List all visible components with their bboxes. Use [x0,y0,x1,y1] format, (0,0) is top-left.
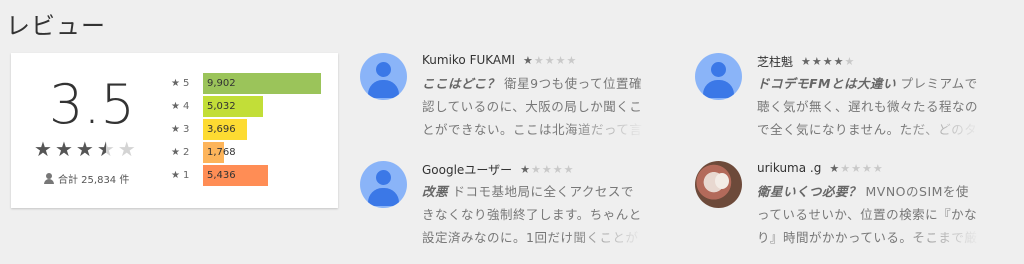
histogram-row: ★ 4 5,032 [169,95,321,117]
star-icon: ★ [833,55,844,68]
review-text: ここはどこ？ 衛星9つも使って位置確認しているのに、大阪の局しか聞くことができな… [422,72,646,141]
histogram-bar: 5,032 [203,95,263,117]
star-icon: ★ [171,146,180,158]
review-item[interactable]: Kumiko FUKAMI ★ ★ ★ ★ ★ ここはどこ？ 衛星9つも使って位置確認してい… [360,53,660,148]
star-icon: ★ [171,77,180,89]
text-fade [566,226,646,249]
histogram-star-label: ★ 1 [169,170,203,181]
avatar [695,53,742,100]
review-title: 衛星いくつ必要？ [757,184,862,199]
review-item[interactable]: Googleユーザー ★ ★ ★ ★ ★ 改悪 ドコモ基地局に全くアクセスできなくなり強制終… [360,161,660,256]
review-title: ここはどこ？ [422,76,500,91]
star-icon: ★ [520,163,530,176]
rating-summary-card: 3.5 ★ ★ ★ ★ ★ 合計 25,834 件 ★ 5 9,902 ★ 4 5,032 ★ 3 3,… [11,53,338,208]
star-icon: ★ [117,137,136,161]
star-icon: ★ [563,163,574,176]
star-icon: ★ [555,53,566,67]
histogram-star-number: 5 [182,77,190,89]
section-title: レビュー [6,12,106,40]
histogram-row: ★ 3 3,696 [169,118,321,140]
star-icon: ★ [75,137,94,161]
star-icon: ★ [171,100,180,112]
average-stars: ★ ★ ★ ★ ★ [34,139,136,159]
histogram-row: ★ 2 1,768 [169,141,321,163]
text-fade [901,226,981,249]
star-icon: ★ [34,137,52,161]
histogram-star-number: 3 [182,123,190,135]
avatar [695,161,742,208]
review-rating: ★ ★ ★ ★ ★ [801,56,854,67]
person-icon [44,173,54,184]
star-icon: ★ [851,161,861,175]
histogram-star-label: ★ 5 [169,78,203,89]
histogram-star-label: ★ 3 [169,124,203,135]
review-item[interactable]: 芝柱魁 ★ ★ ★ ★ ★ ドコデモFMとは大違い プレミアムで聴く気が無く、遅れも微々たる… [695,53,995,148]
star-icon: ★ [840,161,851,175]
star-icon: ★ [566,53,577,67]
reviewer-header: Googleユーザー ★ ★ ★ ★ ★ [422,161,573,178]
reviewer-header: Kumiko FUKAMI ★ ★ ★ ★ ★ [422,53,576,67]
reviewer-name: Kumiko FUKAMI [422,53,516,67]
review-rating: ★ ★ ★ ★ ★ [523,55,576,66]
star-icon: ★ [171,169,180,181]
star-icon: ★ [861,161,872,175]
star-icon: ★ [552,163,563,176]
star-icon: ★ [54,137,73,161]
histogram-bar: 1,768 [203,141,236,163]
star-icon: ★ [872,161,883,175]
avatar [360,161,407,208]
star-icon: ★ [530,163,541,176]
average-score: 3.5 [49,73,135,136]
reviewer-header: 芝柱魁 ★ ★ ★ ★ ★ [757,53,854,70]
star-icon: ★ [544,53,555,67]
histogram-star-number: 2 [182,146,190,158]
total-ratings-label: 合計 25,834 件 [58,175,130,186]
histogram-star-number: 1 [182,169,190,181]
histogram-bar: 9,902 [203,72,321,94]
star-icon: ★ [811,55,822,68]
histogram-star-number: 4 [182,100,190,112]
reviewer-name: Googleユーザー [422,163,513,177]
review-rating: ★ ★ ★ ★ ★ [829,163,882,174]
avatar [360,53,407,100]
review-text: 衛星いくつ必要？ MVNOのSIMを使っているせいか、位置の検索に『かなり』時間… [757,180,981,249]
star-icon: ★ [801,55,811,68]
star-icon: ★ [171,123,180,135]
review-title: 改悪 [422,184,449,199]
histogram-row: ★ 1 5,436 [169,164,321,186]
review-text: ドコデモFMとは大違い プレミアムで聴く気が無く、遅れも微々たる程なので全く気に… [757,72,981,141]
star-icon: ★ [822,55,833,68]
review-title: ドコデモFMとは大違い [757,76,896,91]
star-icon: ★ [844,55,855,68]
histogram-bar: 5,436 [203,164,268,186]
star-icon: ★ [533,53,544,67]
text-fade [901,118,981,141]
review-rating: ★ ★ ★ ★ ★ [520,164,573,175]
histogram-star-label: ★ 2 [169,147,203,158]
review-item[interactable]: urikuma .g ★ ★ ★ ★ ★ 衛星いくつ必要？ MVNOのSIMを使っているせい… [695,161,995,256]
star-icon: ★ [523,53,533,67]
star-icon: ★ [96,137,115,161]
total-ratings: 合計 25,834 件 [44,171,129,186]
rating-histogram: ★ 5 9,902 ★ 4 5,032 ★ 3 3,696 ★ 2 1,768 ★ 1 5,436 [169,72,321,187]
histogram-star-label: ★ 4 [169,101,203,112]
star-icon: ★ [829,161,840,175]
reviewer-header: urikuma .g ★ ★ ★ ★ ★ [757,161,883,175]
star-icon: ★ [541,163,552,176]
reviewer-name: urikuma .g [757,161,822,175]
review-text: 改悪 ドコモ基地局に全くアクセスできなくなり強制終了します。ちゃんと設定済みなの… [422,180,646,249]
histogram-bar: 3,696 [203,118,247,140]
text-fade [566,118,646,141]
reviewer-name: 芝柱魁 [757,55,794,69]
histogram-row: ★ 5 9,902 [169,72,321,94]
